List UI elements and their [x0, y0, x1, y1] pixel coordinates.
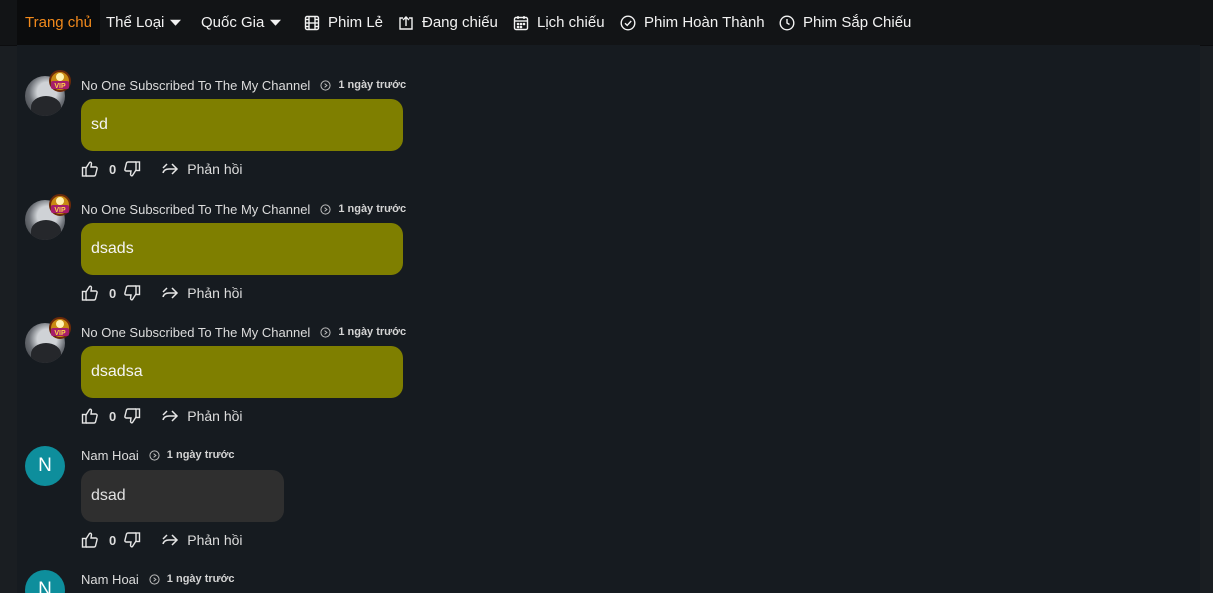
- film-icon: [304, 15, 320, 30]
- like-count: 0: [109, 532, 117, 548]
- avatar-initial: N: [25, 570, 65, 593]
- avatar[interactable]: VIP: [25, 70, 71, 116]
- comment-actions: 0 Phản hồi: [81, 405, 243, 427]
- comment-text: dsadsa: [91, 363, 143, 380]
- nav-schedule-label: Lịch chiếu: [537, 14, 605, 31]
- comment-meta: No One Subscribed To The My Channel 1 ng…: [81, 200, 406, 218]
- comment-bubble: dsads: [81, 223, 403, 275]
- reply-button[interactable]: Phản hồi: [161, 407, 243, 425]
- avatar[interactable]: VIP: [25, 194, 71, 240]
- nav-home[interactable]: Trang chủ: [17, 0, 100, 45]
- clock-icon: [320, 326, 331, 338]
- comment-meta: No One Subscribed To The My Channel 1 ng…: [81, 323, 406, 341]
- like-icon[interactable]: [81, 531, 99, 549]
- dislike-icon[interactable]: [123, 284, 141, 302]
- comment-username[interactable]: Nam Hoai: [81, 572, 139, 587]
- comment-username[interactable]: Nam Hoai: [81, 448, 139, 463]
- comment-bubble: sd: [81, 99, 403, 151]
- reply-label: Phản hồi: [187, 285, 243, 301]
- clock-icon: [149, 573, 160, 585]
- reply-arrow-icon: [162, 534, 179, 546]
- comment-item: N Nam Hoai 1 ngày trước: [17, 570, 617, 593]
- nav-completed-label: Phim Hoàn Thành: [644, 14, 765, 31]
- comment-meta: No One Subscribed To The My Channel 1 ng…: [81, 76, 406, 94]
- dislike-icon[interactable]: [123, 407, 141, 425]
- nav-genre-dropdown[interactable]: Thể Loại: [106, 0, 182, 45]
- clock-icon: [320, 203, 331, 215]
- upload-screen-icon: [399, 15, 413, 30]
- comment-actions: 0 Phản hồi: [81, 158, 243, 180]
- avatar[interactable]: N: [25, 570, 65, 593]
- like-icon[interactable]: [81, 407, 99, 425]
- nav-genre-label: Thể Loại: [106, 14, 165, 31]
- comment-actions: 0 Phản hồi: [81, 529, 243, 551]
- like-icon[interactable]: [81, 160, 99, 178]
- clock-icon: [779, 14, 795, 31]
- reply-arrow-icon: [162, 410, 179, 422]
- reply-button[interactable]: Phản hồi: [161, 160, 243, 178]
- reply-arrow-icon: [162, 287, 179, 299]
- nav-country-label: Quốc Gia: [201, 14, 265, 31]
- avatar-initial: N: [25, 446, 65, 486]
- reply-arrow-icon: [162, 163, 179, 175]
- comment-item: VIP No One Subscribed To The My Channel …: [17, 70, 617, 196]
- reply-label: Phản hồi: [187, 532, 243, 548]
- avatar[interactable]: N: [25, 446, 65, 486]
- clock-icon: [149, 449, 160, 461]
- svg-text:VIP: VIP: [54, 330, 66, 337]
- avatar[interactable]: VIP: [25, 317, 71, 363]
- top-navbar: Trang chủ Thể Loại Quốc Gia Phim Lẻ Đang…: [0, 0, 1213, 46]
- clock-icon: [320, 79, 331, 91]
- check-circle-icon: [620, 14, 636, 31]
- nav-schedule[interactable]: Lịch chiếu: [513, 0, 605, 45]
- svg-text:VIP: VIP: [54, 83, 66, 90]
- caret-down-icon: [270, 19, 282, 26]
- comment-text: sd: [91, 116, 108, 133]
- comment-time: 1 ngày trước: [166, 573, 235, 585]
- reply-label: Phản hồi: [187, 408, 243, 424]
- comment-text: dsad: [91, 487, 126, 504]
- comment-meta: Nam Hoai 1 ngày trước: [81, 446, 235, 464]
- nav-country-dropdown[interactable]: Quốc Gia: [201, 0, 282, 45]
- dislike-icon[interactable]: [123, 160, 141, 178]
- comment-username[interactable]: No One Subscribed To The My Channel: [81, 78, 310, 93]
- nav-now-showing[interactable]: Đang chiếu: [398, 0, 498, 45]
- comment-item: N Nam Hoai 1 ngày trước dsad 0 Phản hồi: [17, 446, 617, 566]
- comment-item: VIP No One Subscribed To The My Channel …: [17, 194, 617, 320]
- comment-time: 1 ngày trước: [338, 203, 407, 215]
- vip-badge-icon: VIP: [49, 194, 71, 216]
- nav-completed[interactable]: Phim Hoàn Thành: [620, 0, 765, 45]
- nav-single-label: Phim Lẻ: [328, 14, 384, 31]
- nav-single-movies[interactable]: Phim Lẻ: [304, 0, 383, 45]
- comment-actions: 0 Phản hồi: [81, 282, 243, 304]
- caret-down-icon: [170, 19, 182, 26]
- svg-text:VIP: VIP: [54, 207, 66, 214]
- nav-upcoming[interactable]: Phim Sắp Chiếu: [779, 0, 911, 45]
- reply-label: Phản hồi: [187, 161, 243, 177]
- nav-upcoming-label: Phim Sắp Chiếu: [803, 14, 912, 31]
- like-count: 0: [109, 285, 117, 301]
- comment-item: VIP No One Subscribed To The My Channel …: [17, 317, 617, 443]
- comment-username[interactable]: No One Subscribed To The My Channel: [81, 325, 310, 340]
- calendar-icon: [513, 15, 529, 30]
- comment-meta: Nam Hoai 1 ngày trước: [81, 570, 235, 588]
- nav-home-label: Trang chủ: [25, 14, 92, 31]
- comment-text: dsads: [91, 240, 134, 257]
- comment-username[interactable]: No One Subscribed To The My Channel: [81, 202, 310, 217]
- comment-time: 1 ngày trước: [166, 449, 235, 461]
- comment-time: 1 ngày trước: [338, 326, 407, 338]
- like-count: 0: [109, 408, 117, 424]
- comments-section: VIP No One Subscribed To The My Channel …: [17, 45, 1200, 593]
- vip-badge-icon: VIP: [49, 317, 71, 339]
- comment-time: 1 ngày trước: [338, 79, 407, 91]
- reply-button[interactable]: Phản hồi: [161, 531, 243, 549]
- comment-bubble: dsadsa: [81, 346, 403, 398]
- like-icon[interactable]: [81, 284, 99, 302]
- reply-button[interactable]: Phản hồi: [161, 284, 243, 302]
- vip-badge-icon: VIP: [49, 70, 71, 92]
- dislike-icon[interactable]: [123, 531, 141, 549]
- comment-bubble: dsad: [81, 470, 284, 522]
- like-count: 0: [109, 161, 117, 177]
- nav-showing-label: Đang chiếu: [422, 14, 498, 31]
